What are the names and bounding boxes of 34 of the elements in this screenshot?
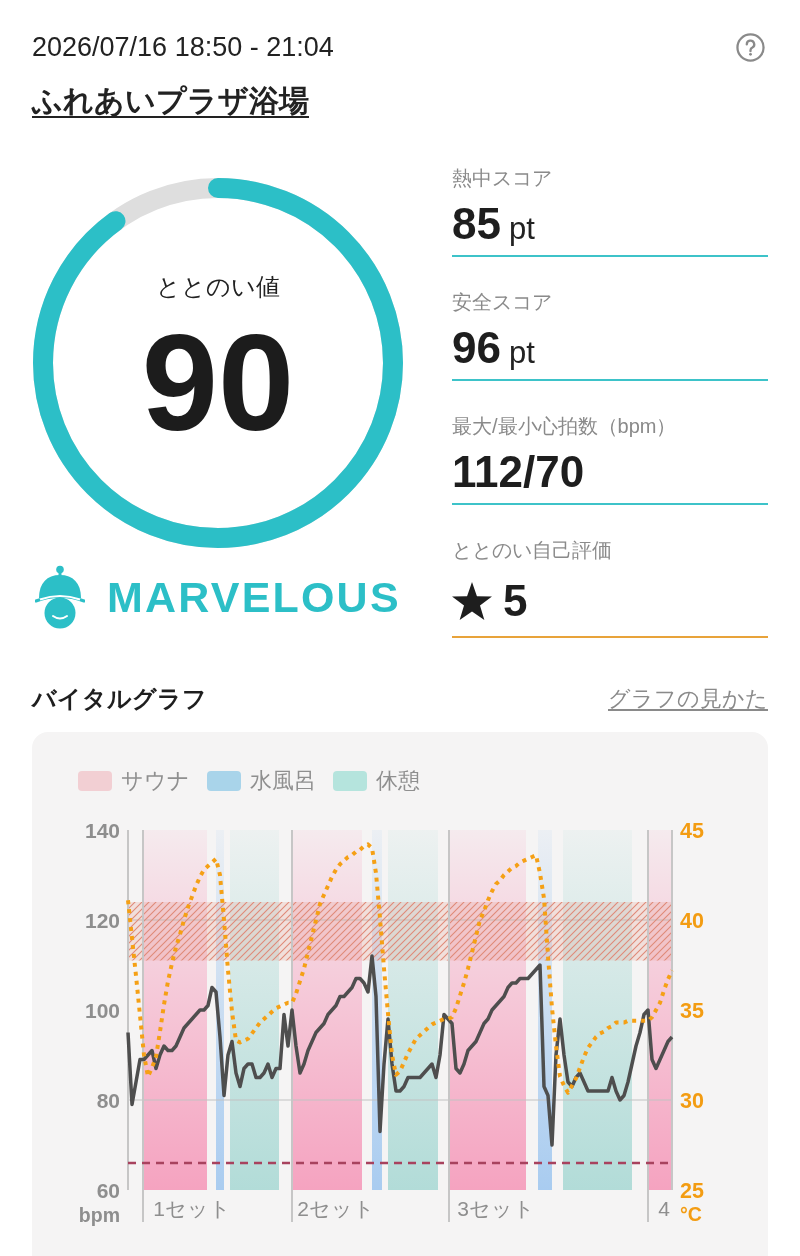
- axis-label: 45: [680, 820, 704, 843]
- axis-label: 120: [84, 908, 120, 932]
- axis-label: 140: [84, 820, 120, 842]
- unit-text: pt: [508, 334, 535, 372]
- stat-label: ととのい自己評価: [452, 538, 613, 562]
- date-text: 2026/07/16 18:50 - 21:04: [32, 31, 334, 64]
- axis-label: 25: [680, 1178, 704, 1203]
- score-value: 90: [141, 314, 295, 451]
- grade-text: MARVELOUS: [107, 572, 401, 623]
- set-label: 3セット: [457, 1197, 535, 1220]
- score-label: ととのい値: [156, 272, 280, 302]
- stat-label: 最大/最小心拍数（bpm）: [452, 414, 678, 438]
- axis-label: 30: [680, 1088, 704, 1113]
- set-label: 1セット: [153, 1197, 231, 1220]
- axis-unit-label: °C: [680, 1203, 702, 1225]
- unit-text: pt: [508, 210, 535, 248]
- legend-label: サウナ: [121, 768, 190, 794]
- axis-label: 40: [680, 908, 704, 933]
- stat-label: 安全スコア: [452, 290, 553, 314]
- axis-label: 60: [96, 1178, 120, 1202]
- axis-unit-label: bpm: [78, 1204, 120, 1226]
- axis-label: 80: [96, 1088, 120, 1112]
- section-title: バイタルグラフ: [32, 684, 207, 714]
- axis-label: 35: [680, 998, 704, 1023]
- stat-value: 5: [503, 577, 528, 625]
- set-label: 2セット: [297, 1197, 375, 1220]
- axis-label: 100: [84, 998, 120, 1022]
- legend-label: 水風呂: [250, 768, 316, 794]
- stat-value: 96: [452, 324, 501, 372]
- stat-value: 85: [452, 200, 501, 248]
- stat-value: 112/70: [452, 448, 585, 496]
- legend-label: 休憩: [376, 768, 420, 794]
- set-label: 4: [658, 1197, 670, 1220]
- stat-label: 熱中スコア: [452, 166, 553, 190]
